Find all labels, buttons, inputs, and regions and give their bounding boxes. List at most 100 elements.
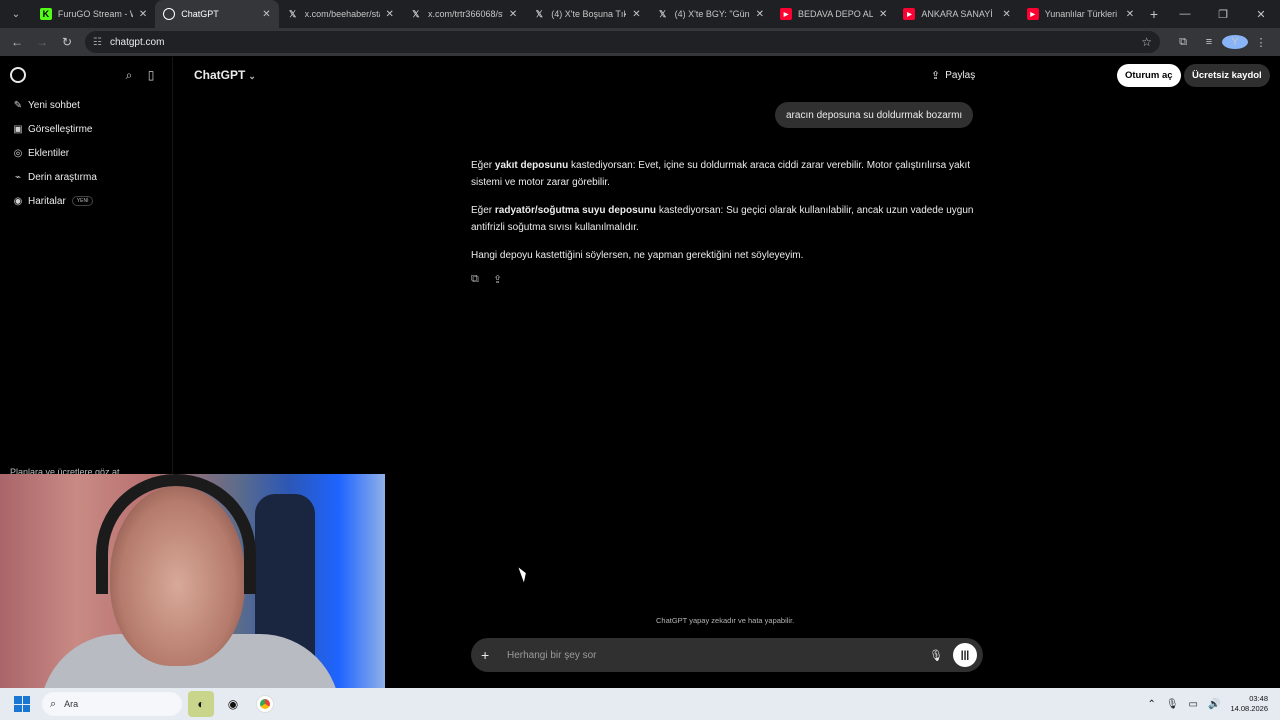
answer-paragraph: Eğer yakıt deposunu kastediyorsan: Evet,… — [471, 157, 981, 191]
sidebar-item-label: Haritalar — [28, 195, 66, 207]
windows-start-icon[interactable] — [14, 696, 30, 712]
site-info-icon[interactable]: ☷ — [93, 37, 102, 48]
answer-paragraph: Eğer radyatör/soğutma suyu deposunu kast… — [471, 202, 981, 236]
extensions-icon[interactable]: ⧉ — [1170, 36, 1196, 49]
tab-label: BEDAVA DEPO ALDIK — [798, 9, 873, 19]
reload-icon[interactable]: ↻ — [56, 31, 78, 53]
chrome-logo — [257, 696, 273, 712]
youtube-favicon-icon: ▶ — [1026, 8, 1039, 20]
new-tab-button[interactable]: + — [1142, 2, 1166, 26]
youtube-favicon-icon: ▶ — [780, 8, 793, 20]
browser-tab-active[interactable]: ChatGPT ✕ — [155, 0, 279, 28]
profile-initial: Y — [1222, 35, 1248, 49]
signup-button[interactable]: Ücretsiz kaydol — [1184, 64, 1270, 87]
chevron-up-icon[interactable]: ⌃ — [1147, 699, 1155, 710]
browser-tab[interactable]: ▶ ANKARA SANAYİ LEZ ✕ — [895, 0, 1018, 28]
volume-icon[interactable]: 🔊 — [1208, 699, 1220, 710]
browser-tab[interactable]: 𝕏 (4) X'te BGY: "Günlük ✕ — [649, 0, 772, 28]
url-text: chatgpt.com — [109, 36, 165, 48]
browser-tab-strip: ⌄ K FuruGO Stream - Wa ✕ ChatGPT ✕ 𝕏 x.c… — [0, 0, 1280, 28]
x-favicon-icon: 𝕏 — [659, 8, 667, 19]
composer: + 🎙 ||| — [471, 638, 983, 672]
bookmark-star-icon[interactable]: ☆ — [1141, 35, 1152, 49]
maximize-icon[interactable]: ❐ — [1204, 0, 1242, 28]
prompt-input[interactable] — [507, 649, 925, 661]
browser-tab[interactable]: 𝕏 x.com/trtr366068/sta ✕ — [402, 0, 525, 28]
openai-logo-icon[interactable] — [10, 67, 26, 83]
taskbar: ⌕ Ara ◐ ◉ ⌃ 🎙 ▭ 🔊 03:48 14.08.2026 — [0, 688, 1280, 720]
answer-bold-text: radyatör/soğutma suyu deposunu — [494, 205, 657, 216]
voice-mode-button[interactable]: ||| — [953, 643, 977, 667]
tab-label: x.com/trtr366068/sta — [427, 9, 503, 19]
share-button[interactable]: ⇪ Paylaş — [931, 69, 975, 82]
browser-tab[interactable]: 𝕏 (4) X'te Boşuna Tıklan ✕ — [525, 0, 648, 28]
clock-time: 03:48 — [1249, 694, 1268, 703]
taskbar-app-icon[interactable]: ◐ — [188, 691, 214, 717]
profile-avatar[interactable]: Y — [1222, 35, 1248, 49]
answer-actions: ⧉ ⇪ — [471, 273, 515, 286]
sidebar-item-new-chat[interactable]: ✎ Yeni sohbet — [0, 93, 172, 117]
sidebar-item-label: Görselleştirme — [28, 123, 93, 135]
share-icon[interactable]: ⇪ — [493, 273, 515, 286]
tab-close-icon[interactable]: ✕ — [139, 9, 147, 20]
close-window-icon[interactable]: ✕ — [1242, 0, 1280, 28]
network-icon[interactable]: ▭ — [1189, 699, 1198, 710]
tab-label: (4) X'te Boşuna Tıklan — [551, 9, 627, 19]
sidebar-item-apps[interactable]: ◎ Eklentiler — [0, 141, 172, 165]
tab-close-icon[interactable]: ✕ — [509, 9, 517, 20]
browser-tab[interactable]: ▶ BEDAVA DEPO ALDIK ✕ — [772, 0, 895, 28]
user-message-bubble: aracın deposuna su doldurmak bozarmı — [775, 102, 974, 128]
x-favicon-icon: 𝕏 — [535, 8, 543, 19]
forward-icon[interactable]: → — [31, 31, 53, 53]
sidebar-item-label: Derin araştırma — [28, 171, 97, 183]
tab-close-icon[interactable]: ✕ — [632, 9, 640, 20]
chevron-down-icon: ⌄ — [248, 71, 256, 81]
browser-menu-icon[interactable]: ⋮ — [1248, 36, 1274, 49]
address-bar[interactable]: ☷ chatgpt.com ☆ — [85, 31, 1160, 53]
sidebar-item-maps[interactable]: ◉ Haritalar YENİ — [0, 189, 172, 213]
tab-close-icon[interactable]: ✕ — [1002, 9, 1010, 20]
share-label: Paylaş — [945, 70, 976, 81]
login-button[interactable]: Oturum aç — [1117, 64, 1181, 87]
plus-icon[interactable]: + — [481, 647, 499, 663]
edit-icon: ✎ — [13, 99, 23, 111]
tab-label: Yunanlılar Türkleri Se — [1044, 9, 1120, 19]
tab-close-icon[interactable]: ✕ — [879, 9, 887, 20]
tab-close-icon[interactable]: ✕ — [756, 9, 764, 20]
tab-search-icon[interactable]: ⌄ — [4, 2, 28, 26]
model-selector[interactable]: ChatGPT ⌄ — [194, 68, 256, 82]
media-control-icon[interactable]: ≡ — [1196, 36, 1222, 48]
sidebar-item-label: Yeni sohbet — [28, 99, 80, 111]
disclaimer-text: ChatGPT yapay zekadır ve hata yapabilir. — [656, 616, 795, 625]
tab-label: ChatGPT — [181, 9, 219, 19]
apps-icon: ◎ — [13, 147, 23, 159]
telescope-icon: ⌁ — [14, 171, 22, 183]
tab-close-icon[interactable]: ✕ — [262, 9, 270, 20]
browser-tab[interactable]: ▶ Yunanlılar Türkleri Se ✕ — [1019, 0, 1142, 28]
sidebar-toggle-icon[interactable]: ▯ — [140, 68, 162, 82]
clock[interactable]: 03:48 14.08.2026 — [1230, 694, 1268, 714]
tab-label: FuruGO Stream - Wa — [57, 9, 133, 19]
search-icon: ⌕ — [50, 697, 57, 710]
sidebar-item-label: Eklentiler — [28, 147, 70, 159]
tab-close-icon[interactable]: ✕ — [386, 9, 394, 20]
obs-icon[interactable]: ◉ — [220, 691, 246, 717]
browser-tab[interactable]: K FuruGO Stream - Wa ✕ — [32, 0, 155, 28]
sidebar-item-deep-research[interactable]: ⌁ Derin araştırma — [0, 165, 172, 189]
chrome-icon[interactable] — [252, 691, 278, 717]
search-icon[interactable]: ⌕ — [118, 68, 140, 83]
assistant-answer: Eğer yakıt deposunu kastediyorsan: Evet,… — [471, 157, 981, 275]
copy-icon[interactable]: ⧉ — [471, 273, 493, 286]
taskbar-search[interactable]: ⌕ Ara — [42, 692, 182, 716]
minimize-icon[interactable]: — — [1166, 0, 1204, 28]
tab-close-icon[interactable]: ✕ — [1126, 9, 1134, 20]
microphone-icon[interactable]: 🎙 — [1166, 699, 1179, 710]
microphone-icon[interactable]: 🎙 — [925, 649, 947, 662]
tab-label: (4) X'te BGY: "Günlük — [674, 9, 750, 19]
x-favicon-icon: 𝕏 — [412, 8, 420, 19]
back-icon[interactable]: ← — [6, 31, 28, 53]
sidebar-item-images[interactable]: ▣ Görselleştirme — [0, 117, 172, 141]
browser-tab[interactable]: 𝕏 x.com/beehaber/stat ✕ — [279, 0, 402, 28]
kick-favicon-icon: K — [39, 8, 52, 20]
youtube-favicon-icon: ▶ — [903, 8, 916, 20]
